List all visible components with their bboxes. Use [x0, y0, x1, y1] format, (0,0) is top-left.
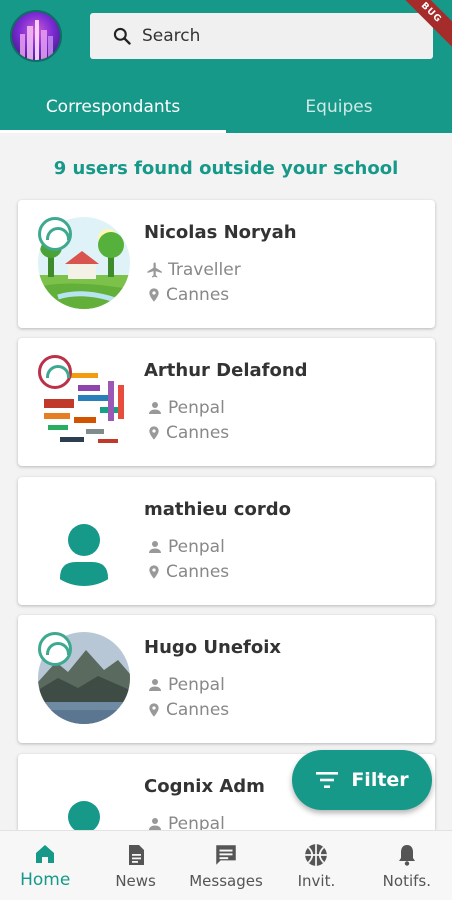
filter-label: Filter: [351, 769, 409, 791]
bottom-nav: Home News Messages Invit. Notifs.: [0, 830, 452, 900]
person-icon: [149, 402, 161, 414]
tab-equipes[interactable]: Equipes: [226, 80, 452, 133]
user-city: Cannes: [146, 423, 229, 443]
partner-badge-icon: [38, 632, 72, 666]
user-card[interactable]: Arthur Delafond Penpal Cannes: [18, 338, 435, 466]
person-icon: [149, 679, 161, 691]
nav-notifications[interactable]: Notifs.: [362, 831, 452, 900]
partner-badge-icon: [38, 217, 72, 251]
nav-invitations-label: Invit.: [297, 871, 336, 890]
profile-avatar[interactable]: [10, 10, 62, 62]
app-bar: Search BUG Correspondants Equipes: [0, 0, 452, 133]
user-role-text: Penpal: [168, 814, 225, 830]
user-city-text: Cannes: [166, 423, 230, 443]
default-avatar-icon: [38, 494, 130, 586]
default-avatar-icon: [38, 771, 130, 830]
user-city-text: Cannes: [166, 562, 230, 582]
user-role-text: Penpal: [168, 398, 225, 418]
user-city: Cannes: [146, 562, 229, 582]
nav-home-label: Home: [20, 869, 71, 890]
user-name: Nicolas Noryah: [144, 222, 297, 243]
user-name: Hugo Unefoix: [144, 637, 282, 658]
user-card[interactable]: Nicolas Noryah Traveller Cannes: [18, 200, 435, 328]
user-city-text: Cannes: [166, 700, 230, 720]
filter-button[interactable]: Filter: [292, 750, 432, 810]
user-name: Arthur Delafond: [144, 360, 308, 381]
nav-messages-label: Messages: [189, 871, 263, 890]
search-placeholder: Search: [142, 26, 201, 46]
user-role: Penpal: [146, 675, 225, 695]
results-count: 9 users found outside your school: [53, 158, 399, 179]
person-icon: [149, 541, 161, 553]
nav-news[interactable]: News: [90, 831, 180, 900]
user-role: Penpal: [146, 814, 225, 830]
nav-home[interactable]: Home: [0, 831, 90, 900]
article-icon: [128, 844, 144, 865]
user-city: Cannes: [146, 285, 229, 305]
user-city-text: Cannes: [166, 285, 230, 305]
location-pin-icon: [149, 288, 159, 302]
user-role: Traveller: [146, 260, 241, 280]
search-input[interactable]: Search: [90, 13, 433, 59]
user-role-text: Traveller: [168, 260, 241, 280]
location-pin-icon: [149, 426, 159, 440]
search-icon: [113, 27, 131, 45]
nav-notifications-label: Notifs.: [382, 871, 431, 890]
tab-bar: Correspondants Equipes: [0, 80, 452, 133]
nav-invitations[interactable]: Invit.: [271, 831, 361, 900]
home-icon: [36, 844, 55, 863]
tab-correspondants[interactable]: Correspondants: [0, 80, 226, 133]
chat-icon: [216, 844, 236, 865]
sports-ball-icon: [305, 843, 328, 866]
user-name: Cognix Adm: [144, 776, 265, 797]
nav-news-label: News: [115, 871, 156, 890]
airplane-icon: [147, 262, 162, 278]
user-role: Penpal: [146, 398, 225, 418]
user-city: Cannes: [146, 700, 229, 720]
location-pin-icon: [149, 703, 159, 717]
bell-icon: [398, 844, 415, 866]
filter-icon: [316, 772, 339, 788]
person-icon: [149, 818, 161, 830]
user-card[interactable]: mathieu cordo Penpal Cannes: [18, 477, 435, 605]
user-role-text: Penpal: [168, 537, 225, 557]
user-card[interactable]: Hugo Unefoix Penpal Cannes: [18, 615, 435, 743]
nav-messages[interactable]: Messages: [181, 831, 271, 900]
partner-badge-icon: [38, 355, 72, 389]
location-pin-icon: [149, 565, 159, 579]
user-role-text: Penpal: [168, 675, 225, 695]
user-role: Penpal: [146, 537, 225, 557]
user-name: mathieu cordo: [144, 499, 291, 520]
